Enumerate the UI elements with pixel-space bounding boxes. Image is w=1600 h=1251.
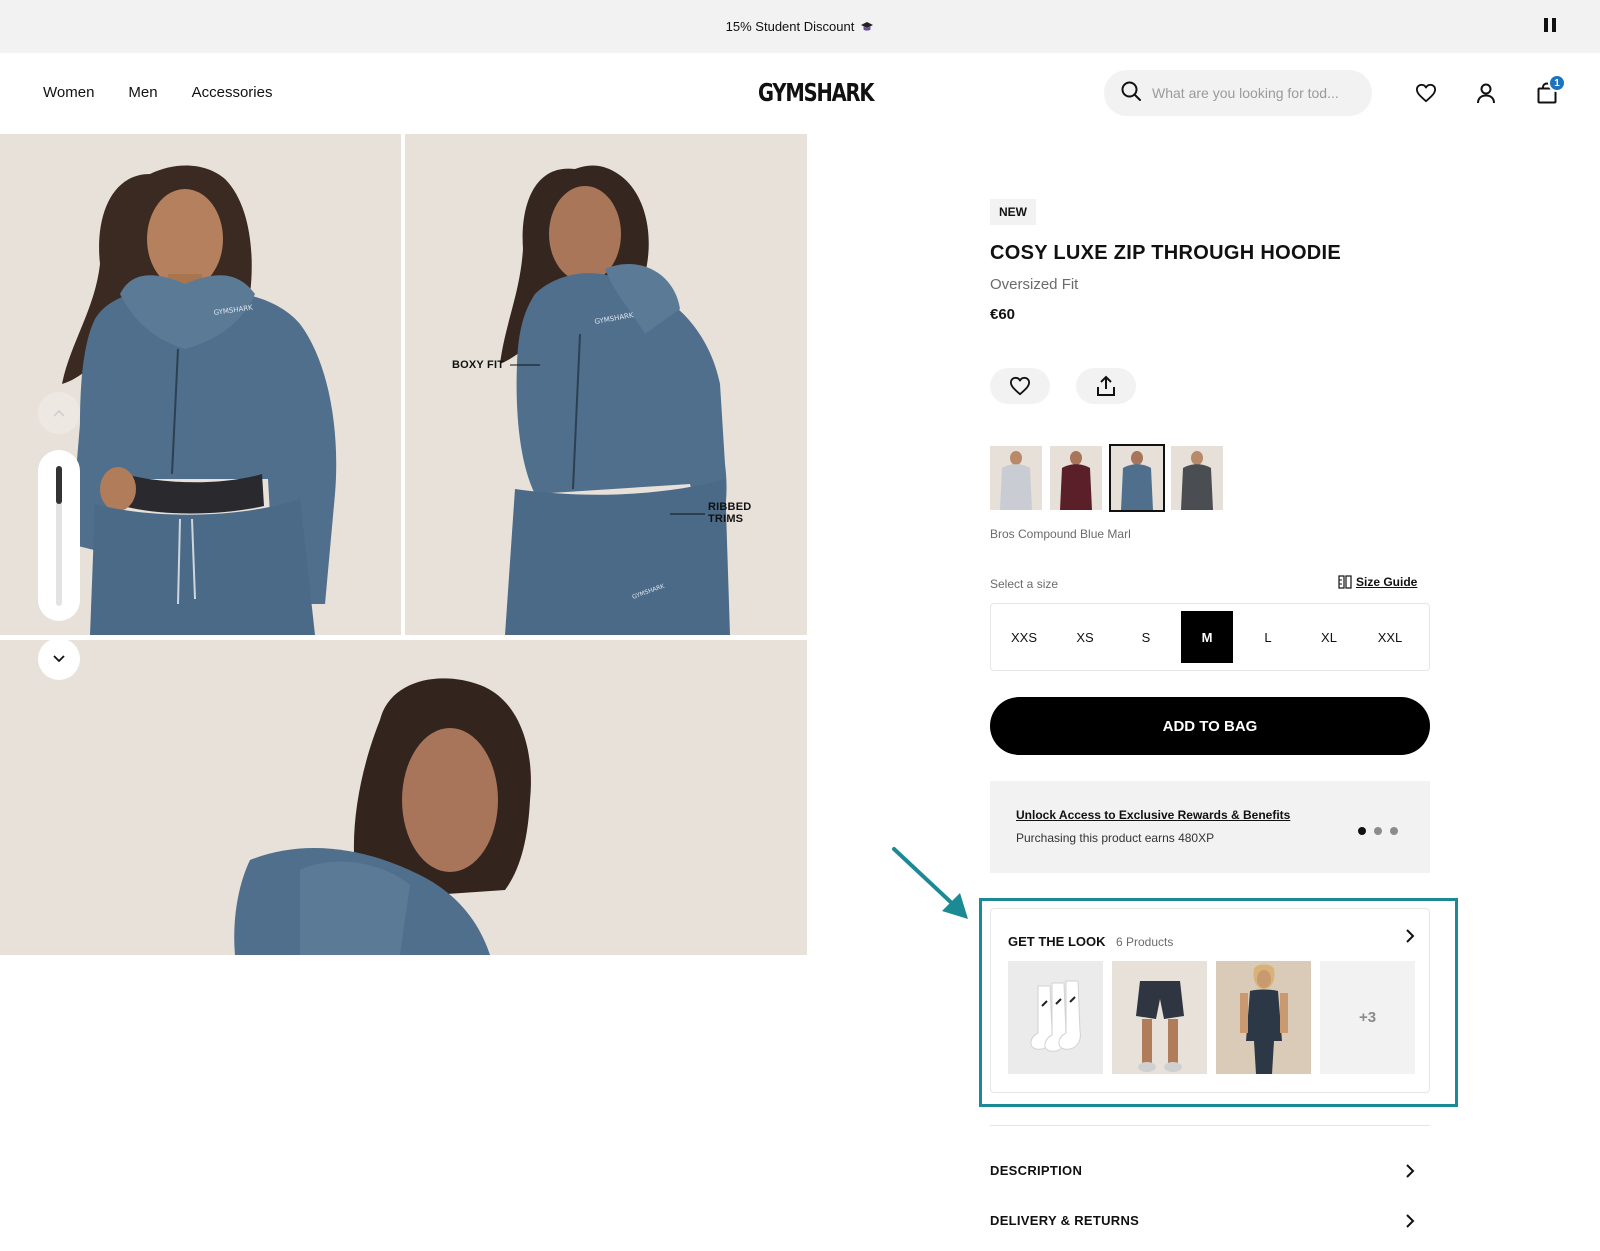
delivery-returns-accordion[interactable]: DELIVERY & RETURNS [990,1213,1415,1228]
add-to-bag-button[interactable]: ADD TO BAG [990,697,1430,755]
brand-logo[interactable]: GYMSHARK [758,78,874,107]
color-swatch-light-grey[interactable] [990,446,1042,510]
callout-ribbed-trims: RIBBED TRIMS [708,501,751,525]
chevron-down-icon [53,655,65,663]
share-icon [1097,375,1115,396]
description-label: DESCRIPTION [990,1163,1083,1178]
get-the-look-title: GET THE LOOK [1008,934,1106,949]
chevron-right-icon [1406,1163,1415,1178]
delivery-returns-label: DELIVERY & RETURNS [990,1213,1140,1228]
size-option-xs[interactable]: XS [1059,611,1111,663]
announcement-text[interactable]: 15% Student Discount [726,19,855,34]
new-badge: NEW [990,199,1036,225]
announcement-bar: 15% Student Discount [0,0,1600,53]
rewards-link[interactable]: Unlock Access to Exclusive Rewards & Ben… [1016,808,1290,822]
wishlist-heart-icon[interactable] [1413,80,1439,106]
rewards-xp-text: Purchasing this product earns 480XP [1016,831,1215,845]
carousel-dot-2[interactable] [1374,827,1382,835]
ruler-icon [1338,575,1352,589]
description-accordion[interactable]: DESCRIPTION [990,1163,1415,1178]
size-option-xl[interactable]: XL [1303,611,1355,663]
look-item-socks[interactable] [1008,961,1103,1074]
annotation-arrow-icon [892,847,968,919]
color-swatch-charcoal[interactable] [1171,446,1223,510]
size-option-xxl[interactable]: XXL [1364,611,1416,663]
rewards-banner: Unlock Access to Exclusive Rewards & Ben… [990,781,1430,873]
graduation-cap-icon [860,21,874,33]
selected-color-name: Bros Compound Blue Marl [990,527,1131,541]
size-option-s[interactable]: S [1120,611,1172,663]
size-option-m-selected[interactable]: M [1181,611,1233,663]
pause-icon[interactable] [1544,18,1556,32]
product-title: COSY LUXE ZIP THROUGH HOODIE [990,242,1342,264]
gallery-scrollbar[interactable] [38,450,80,621]
gallery-down-button[interactable] [38,638,80,680]
callout-ribbed-line2: TRIMS [708,513,744,525]
search-bar[interactable] [1104,70,1372,116]
chevron-right-icon [1406,1213,1415,1228]
nav-accessories[interactable]: Accessories [192,84,273,101]
cart-count-badge: 1 [1548,74,1566,92]
carousel-dot-1[interactable] [1358,827,1366,835]
size-label: Select a size [990,577,1059,591]
section-divider [990,1125,1430,1126]
size-guide-label[interactable]: Size Guide [1356,575,1417,589]
get-the-look-items: +3 [1008,961,1415,1074]
callout-ribbed-line1: RIBBED [708,501,752,513]
site-header: Women Men Accessories GYMSHARK 1 [0,53,1600,133]
size-guide-link[interactable]: Size Guide [1338,575,1417,589]
gallery-scroll-thumb[interactable] [56,466,62,504]
size-option-l[interactable]: L [1242,611,1294,663]
get-the-look-card[interactable]: GET THE LOOK 6 Products +3 [990,908,1430,1093]
cart-bag-icon[interactable]: 1 [1534,74,1566,106]
color-swatch-burgundy[interactable] [1050,446,1102,510]
product-fit: Oversized Fit [990,276,1079,293]
get-the-look-count: 6 Products [1116,935,1174,949]
chevron-up-icon [53,409,65,417]
wishlist-button[interactable] [990,368,1050,404]
heart-icon [1010,376,1030,396]
callout-boxy-fit: BOXY FIT [452,359,505,371]
share-button[interactable] [1076,368,1136,404]
search-input[interactable] [1152,85,1352,101]
look-item-shorts[interactable] [1112,961,1207,1074]
main-nav: Women Men Accessories [43,84,272,101]
gallery-up-button[interactable] [38,392,80,434]
account-icon[interactable] [1473,80,1499,106]
product-image-side[interactable]: GYMSHARK GYMSHARK [405,134,807,635]
carousel-dot-3[interactable] [1390,827,1398,835]
rewards-carousel-dots [1358,827,1398,835]
product-image-closeup[interactable] [0,640,807,955]
product-price: €60 [990,306,1016,323]
nav-men[interactable]: Men [128,84,157,101]
nav-women[interactable]: Women [43,84,94,101]
search-icon [1120,80,1142,107]
look-more-items[interactable]: +3 [1320,961,1415,1074]
size-selector: XXS XS S M L XL XXL [990,603,1430,671]
size-option-xxs[interactable]: XXS [998,611,1050,663]
color-swatch-blue-marl-selected[interactable] [1109,444,1165,512]
chevron-right-icon[interactable] [1405,929,1415,948]
look-item-bodysuit[interactable] [1216,961,1311,1074]
